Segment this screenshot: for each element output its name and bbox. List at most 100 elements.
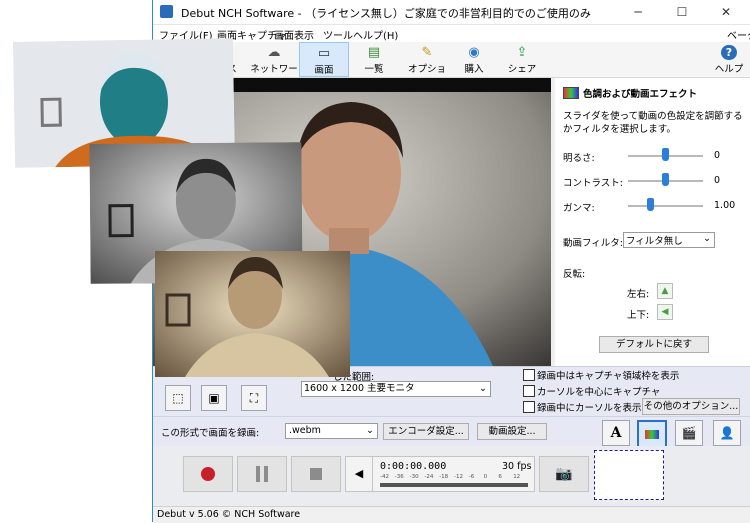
show-frame-label: 録画中はキャプチャ領域枠を表示 xyxy=(537,371,680,382)
toolbar-buy-button[interactable]: ◉ 購入 xyxy=(461,42,487,77)
show-cursor-label: 録画中にカーソルを表示 xyxy=(537,403,642,414)
recording-time: 0:00:00.000 xyxy=(380,461,447,472)
app-icon xyxy=(160,5,173,18)
meter-tick-label: 6 xyxy=(498,474,502,480)
text-overlay-button[interactable]: A xyxy=(602,420,630,446)
menu-beta[interactable]: ベータ xyxy=(727,27,750,42)
gamma-slider-thumb[interactable] xyxy=(647,198,654,211)
toolbar-network-button[interactable]: ☁ネットワーク xyxy=(249,42,299,89)
record-icon xyxy=(201,467,215,481)
pause-button[interactable] xyxy=(237,456,287,492)
window-title: Debut NCH Software - （ライセンス無し）ご家庭での非営利目的… xyxy=(181,7,591,20)
capture-range-select[interactable]: 1600 x 1200 主要モニタ ⌄ xyxy=(301,381,491,397)
effects-panel: 色調および動画エフェクト スライダを使って動画の色設定を調節するかフィルタを選択… xyxy=(555,78,750,366)
show-cursor-checkbox[interactable] xyxy=(523,401,535,413)
gamma-slider-track[interactable] xyxy=(628,205,703,207)
screen-icon: ▭ xyxy=(317,46,331,61)
toolbar-screen-label: 画面 xyxy=(314,65,334,76)
toolbar-share-label: シェア xyxy=(507,64,537,75)
chevron-down-icon: ⌄ xyxy=(703,233,711,244)
meter-tick-label: -18 xyxy=(439,474,449,480)
flip-label: 反転: xyxy=(563,269,586,280)
video-settings-button[interactable]: 動画設定... xyxy=(477,423,547,440)
show-frame-checkbox[interactable] xyxy=(523,369,535,381)
select-region-button[interactable]: ⬚ xyxy=(165,385,191,411)
snapshot-button[interactable]: 📷 xyxy=(539,456,589,492)
reset-defaults-button[interactable]: デフォルトに戻す xyxy=(599,336,709,353)
share-icon: ⇪ xyxy=(516,45,528,60)
contrast-slider-thumb[interactable] xyxy=(662,173,669,186)
meter-tick-label: -36 xyxy=(394,474,404,480)
level-meter-bar xyxy=(380,483,528,487)
meter-tick-label: -42 xyxy=(380,474,389,480)
stop-button[interactable] xyxy=(291,456,341,492)
video-filter-select[interactable]: フィルタ無し ⌄ xyxy=(623,232,715,248)
toolbar-share-button[interactable]: ⇪ シェア xyxy=(505,42,539,77)
person-icon: 👤 xyxy=(719,426,735,440)
status-bar: Debut v 5.06 © NCH Software xyxy=(153,506,750,523)
chevron-down-icon: ⌄ xyxy=(479,383,487,394)
format-row: この形式で画面を録画: .webm ⌄ エンコーダ設定... 動画設定... A… xyxy=(153,416,750,448)
level-meter-scale: -42 -36 -30 -24 -18 -12 -6 0 6 12 xyxy=(380,474,528,482)
flip-horizontal-button[interactable]: ▲ xyxy=(657,283,673,299)
toolbar-list-label: 一覧 xyxy=(364,64,384,75)
options-icon: ✎ xyxy=(421,45,433,60)
minimize-button[interactable]: ─ xyxy=(616,0,660,24)
format-value: .webm xyxy=(289,425,321,436)
brightness-value: 0 xyxy=(714,150,721,161)
meter-tick-label: -24 xyxy=(424,474,434,480)
clapper-button[interactable]: 🎬 xyxy=(675,420,703,446)
flip-vertical-icon: ◀ xyxy=(661,307,669,317)
fullscreen-icon: ⛶ xyxy=(249,391,259,405)
record-button[interactable] xyxy=(183,456,233,492)
other-options-button[interactable]: その他のオプション... xyxy=(642,398,740,415)
fps-display: 30 fps xyxy=(502,461,532,472)
meter-tick-label: 0 xyxy=(483,474,488,480)
menu-view[interactable]: 画面表示 xyxy=(274,27,314,42)
flip-vertical-button[interactable]: ◀ xyxy=(657,304,673,320)
effects-description: スライダを使って動画の色設定を調節するかフィルタを選択します。 xyxy=(563,111,743,135)
help-icon: ? xyxy=(721,45,737,60)
speaker-icon[interactable]: ◀ xyxy=(346,457,373,491)
level-display: ◀ 0:00:00.000 30 fps -42 -36 -30 -24 -18 -12-… xyxy=(345,456,535,492)
toolbar-screen-button[interactable]: ▭ 画面 xyxy=(299,42,349,77)
toolbar-help-label: ヘルプ xyxy=(714,64,744,75)
toolbar: ス ☁ネットワーク ▭画面 ▤一覧 ✎オプション ◉購入 ⇪シェア ?ヘルプ xyxy=(153,42,750,89)
title-bar: Debut NCH Software - （ライセンス無し）ご家庭での非営利目的… xyxy=(153,0,750,25)
toolbar-help-button[interactable]: ? ヘルプ xyxy=(713,42,745,77)
encoder-settings-button[interactable]: エンコーダ設定... xyxy=(383,423,469,440)
flip-vertical-label: 上下: xyxy=(627,310,650,321)
preview-thumbnail xyxy=(594,450,664,500)
menu-help[interactable]: ヘルプ(H) xyxy=(353,27,398,42)
center-cursor-label: カーソルを中心にキャプチャ xyxy=(537,387,661,398)
gamma-label: ガンマ: xyxy=(563,203,595,214)
maximize-button[interactable]: ☐ xyxy=(660,0,704,24)
meter-tick-label: -30 xyxy=(409,474,419,480)
menu-tools[interactable]: ツール xyxy=(323,27,353,42)
toolbar-options-button[interactable]: ✎オプション xyxy=(407,42,447,89)
pause-icon xyxy=(256,466,260,482)
webcam-overlay-button[interactable]: 👤 xyxy=(713,420,741,446)
center-cursor-checkbox[interactable] xyxy=(523,385,535,397)
format-label: この形式で画面を録画: xyxy=(161,428,260,439)
clapperboard-icon: 🎬 xyxy=(681,426,697,440)
contrast-value: 0 xyxy=(714,175,721,186)
format-select[interactable]: .webm ⌄ xyxy=(285,423,378,439)
color-effects-icon xyxy=(563,87,579,99)
close-button[interactable]: ✕ xyxy=(704,0,748,24)
chevron-down-icon: ⌄ xyxy=(366,425,374,436)
capture-range-value: 1600 x 1200 主要モニタ xyxy=(304,383,415,394)
buy-icon: ◉ xyxy=(468,45,480,60)
camera-icon: 📷 xyxy=(555,466,573,482)
select-window-button[interactable]: ▣ xyxy=(201,385,227,411)
list-icon: ▤ xyxy=(367,45,381,60)
fullscreen-button[interactable]: ⛶ xyxy=(241,385,267,411)
window-select-icon: ▣ xyxy=(208,391,220,405)
menu-bar: ファイル(F) 画面キャプチャ 画面表示 ツール ヘルプ(H) ベータ xyxy=(153,25,750,42)
video-filter-value: フィルタ無し xyxy=(626,236,683,247)
toolbar-list-button[interactable]: ▤ 一覧 xyxy=(359,42,389,77)
brightness-slider-thumb[interactable] xyxy=(662,148,669,161)
video-filter-label: 動画フィルタ: xyxy=(563,238,624,249)
flip-horizontal-icon: ▲ xyxy=(661,286,669,296)
color-effects-button[interactable] xyxy=(637,420,667,448)
